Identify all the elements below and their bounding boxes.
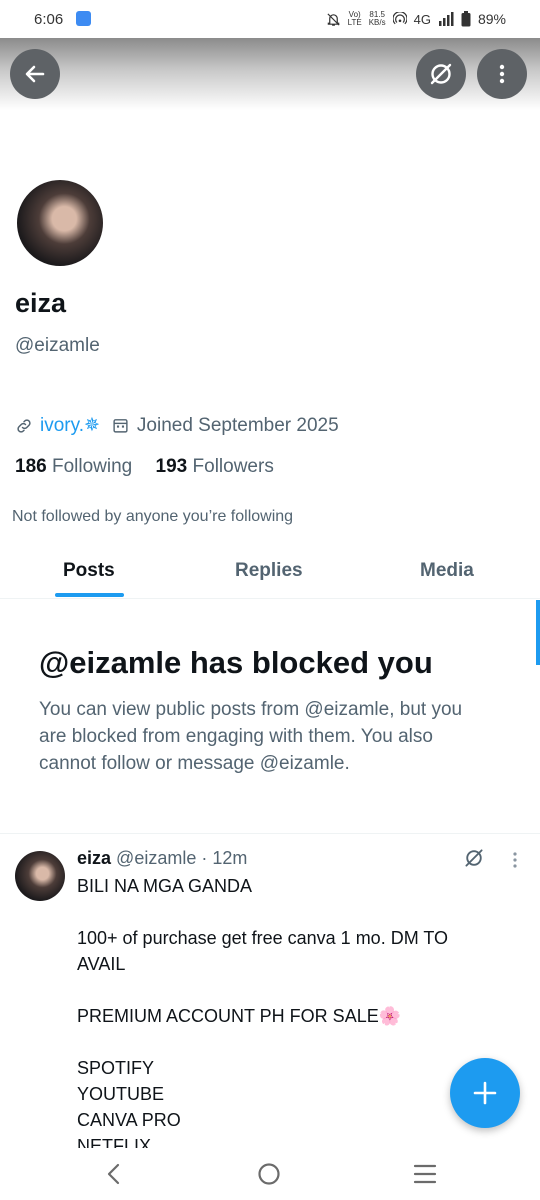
post-handle: @eizamle bbox=[116, 848, 197, 868]
network-type: 4G bbox=[413, 11, 431, 27]
post-author[interactable]: eiza bbox=[77, 848, 111, 868]
post-avatar[interactable] bbox=[15, 851, 65, 901]
tab-posts[interactable]: Posts bbox=[63, 560, 115, 582]
followers-label: Followers bbox=[192, 456, 274, 477]
joined-date: Joined September 2025 bbox=[136, 414, 339, 436]
post-line: 100+ of purchase get free canva 1 mo. DM… bbox=[77, 928, 449, 948]
scroll-indicator bbox=[536, 600, 540, 665]
grok-post-icon[interactable] bbox=[463, 847, 485, 869]
post-line: PREMIUM ACCOUNT PH FOR SALE🌸 bbox=[77, 1006, 402, 1026]
battery-icon bbox=[461, 11, 471, 27]
tab-media[interactable]: Media bbox=[420, 560, 474, 582]
post-separator: · bbox=[201, 848, 208, 868]
post-line: SPOTIFY bbox=[77, 1058, 155, 1078]
profile-handle: @eizamle bbox=[15, 335, 100, 356]
compose-button[interactable] bbox=[450, 1058, 520, 1128]
tab-replies[interactable]: Replies bbox=[235, 560, 303, 582]
followers-link[interactable]: 193 Followers bbox=[156, 456, 274, 477]
post-line-blank bbox=[77, 899, 517, 925]
post-line: CANVA PRO bbox=[77, 1110, 181, 1130]
status-time: 6:06 bbox=[34, 11, 64, 28]
blocked-line: You can view public posts from @eizamle,… bbox=[39, 699, 463, 720]
back-button[interactable] bbox=[10, 49, 60, 99]
profile-meta: ivory.✵ Joined September 2025 bbox=[15, 414, 339, 437]
blocked-title: @eizamle has blocked you bbox=[39, 645, 433, 680]
post-body: BILI NA MGA GANDA 100+ of purchase get f… bbox=[77, 873, 517, 1159]
mute-icon bbox=[327, 12, 340, 26]
blocked-line: cannot follow or message @eizamle. bbox=[39, 753, 350, 774]
signal-icon bbox=[438, 12, 454, 26]
status-icons: Vo) LTE 81.5 KB/s 4G 89% bbox=[326, 11, 506, 27]
following-link[interactable]: 186 Following bbox=[15, 456, 132, 477]
status-bar: 6:06 Vo) LTE 81.5 KB/s 4G 89% bbox=[0, 0, 540, 38]
network-speed: 81.5 KB/s bbox=[368, 10, 386, 27]
followers-count: 193 bbox=[155, 456, 188, 477]
post-line-blank bbox=[77, 977, 517, 1003]
slash-circle-icon bbox=[430, 63, 452, 85]
link-icon bbox=[17, 418, 31, 433]
following-count: 186 bbox=[15, 456, 47, 477]
grok-button[interactable] bbox=[416, 49, 466, 99]
active-tab-indicator bbox=[55, 593, 124, 597]
hotspot-icon bbox=[392, 12, 407, 25]
profile-tabs: Posts Replies Media bbox=[0, 548, 540, 599]
more-options-button[interactable] bbox=[477, 49, 527, 99]
follow-stats: 186 Following 193 Followers bbox=[15, 456, 274, 478]
profile-name: eiza bbox=[15, 288, 67, 318]
post-line-blank bbox=[77, 1029, 517, 1055]
profile-avatar[interactable] bbox=[15, 178, 105, 268]
not-followed-note: Not followed by anyone you’re following bbox=[12, 508, 294, 525]
menu-lines-icon[interactable] bbox=[413, 1163, 437, 1185]
calendar-icon bbox=[113, 419, 128, 433]
post-more-icon[interactable] bbox=[507, 850, 523, 870]
app-notification-icon bbox=[76, 11, 91, 26]
recent-apps-back-icon[interactable] bbox=[104, 1162, 124, 1186]
blocked-line: are blocked from engaging with them. You… bbox=[39, 726, 433, 747]
following-label: Following bbox=[51, 456, 133, 477]
system-navigation-bar bbox=[0, 1148, 540, 1200]
post-header: eiza @eizamle · 12m bbox=[77, 848, 247, 869]
more-vertical-icon bbox=[499, 64, 505, 84]
plus-icon bbox=[473, 1081, 497, 1105]
home-circle-icon[interactable] bbox=[257, 1162, 281, 1186]
arrow-left-icon bbox=[25, 65, 45, 83]
battery-level: 89% bbox=[477, 11, 506, 27]
volte-indicator: Vo) LTE bbox=[347, 10, 362, 27]
blocked-description: You can view public posts from @eizamle,… bbox=[39, 696, 509, 777]
post-line: BILI NA MGA GANDA bbox=[77, 876, 253, 896]
post-time: 12m bbox=[212, 848, 248, 868]
divider bbox=[0, 833, 540, 834]
profile-header bbox=[0, 38, 540, 110]
profile-website-link[interactable]: ivory.✵ bbox=[40, 414, 100, 437]
post-line: AVAIL bbox=[77, 954, 126, 974]
